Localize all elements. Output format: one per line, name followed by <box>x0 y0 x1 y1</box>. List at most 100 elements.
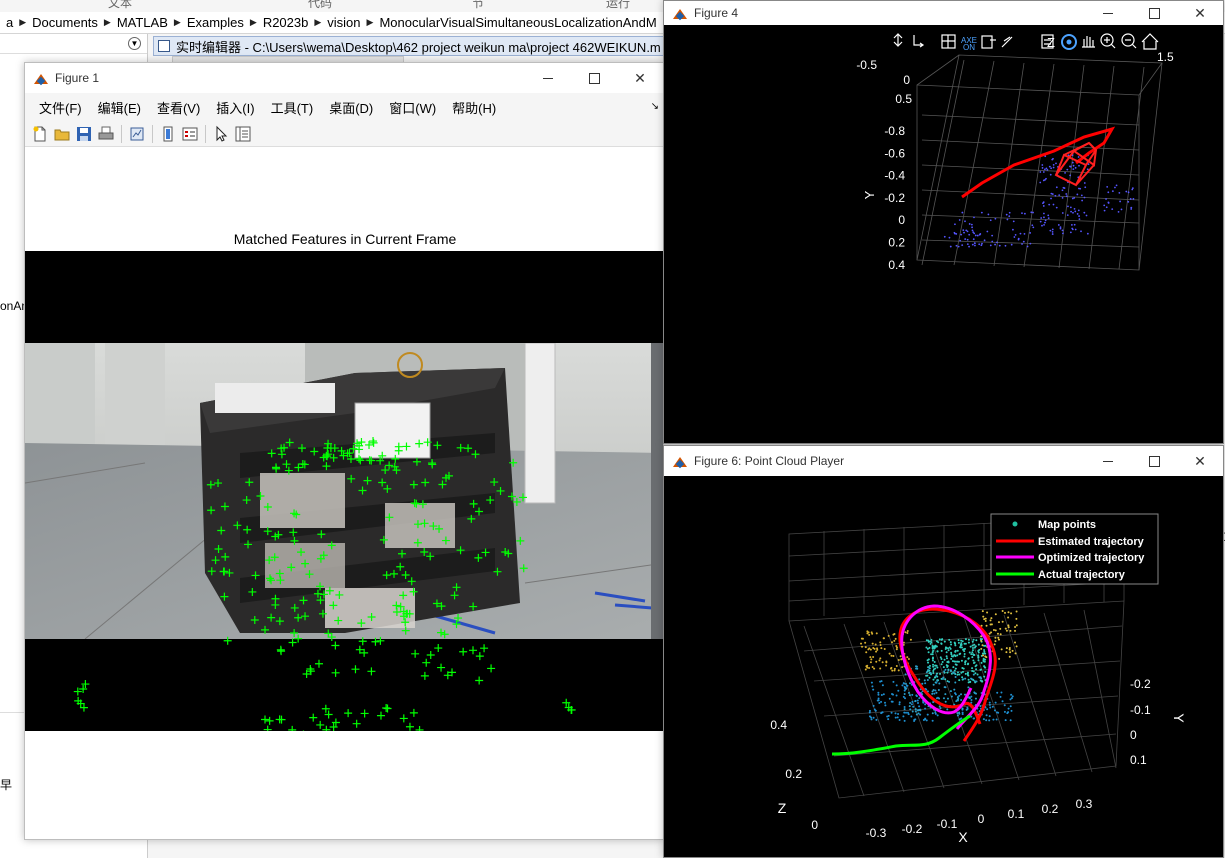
map-point <box>986 230 989 233</box>
breadcrumb-arrow-icon[interactable]: ▶ <box>250 17 257 28</box>
point-cloud-axes[interactable]: Map points Estimated trajectory Optimize… <box>664 476 1224 858</box>
feature-marker <box>391 454 400 463</box>
menu-tools[interactable]: 工具(T) <box>263 98 322 117</box>
window-title: Figure 4 <box>694 6 739 20</box>
map-point <box>961 676 964 679</box>
map-point <box>988 701 991 704</box>
map-point <box>978 243 981 246</box>
axes-grid-icon[interactable] <box>941 34 956 49</box>
figure-1-window[interactable]: Figure 1 ✕ 文件(F) 编辑(E) 查看(V) 插入(I) 工具(T)… <box>24 62 664 840</box>
print-icon[interactable] <box>97 125 115 143</box>
map-point <box>994 629 997 632</box>
insert-legend-icon[interactable] <box>181 125 199 143</box>
figure-4-window[interactable]: Figure 4 ✕ AXE ON Z -0.5 0 0.5 1.5 -0.8 … <box>663 0 1224 444</box>
y-tick-label: 0.4 <box>888 258 905 272</box>
open-file-icon[interactable] <box>53 125 71 143</box>
map-point <box>943 640 946 643</box>
breadcrumb-item[interactable]: Examples <box>181 15 250 30</box>
zoom-in-icon[interactable] <box>1100 33 1116 49</box>
map-point <box>953 654 956 657</box>
brush-icon[interactable] <box>913 35 925 48</box>
map-point <box>975 639 978 642</box>
breadcrumb-arrow-icon[interactable]: ▶ <box>104 17 111 28</box>
slam-3d-axes[interactable]: AXE ON Z -0.5 0 0.5 1.5 -0.8-0.6-0.4-0.2… <box>664 25 1224 444</box>
property-inspector-icon[interactable] <box>234 125 252 143</box>
map-point <box>994 636 997 639</box>
map-point <box>952 666 955 669</box>
map-point <box>966 706 969 709</box>
minimize-button[interactable] <box>1085 446 1131 476</box>
map-point <box>1010 243 1013 246</box>
breadcrumb-arrow-icon[interactable]: ▶ <box>367 17 374 28</box>
map-point <box>938 638 941 641</box>
map-point <box>936 714 939 717</box>
map-point <box>1000 691 1003 694</box>
breadcrumb-arrow-icon[interactable]: ▶ <box>314 17 321 28</box>
menu-help[interactable]: 帮助(H) <box>444 98 504 117</box>
feature-marker <box>266 574 275 583</box>
map-point <box>898 703 901 706</box>
map-point <box>1130 206 1133 209</box>
map-point <box>933 661 936 664</box>
export-icon[interactable] <box>981 35 996 49</box>
minimize-button[interactable] <box>1085 1 1131 25</box>
pointer-icon[interactable] <box>212 125 230 143</box>
map-point <box>984 655 987 658</box>
toolstrip-label-section: 节 <box>472 0 485 10</box>
map-point <box>990 631 993 634</box>
menu-edit[interactable]: 编辑(E) <box>90 98 149 117</box>
map-point <box>970 653 973 656</box>
new-figure-icon[interactable] <box>31 125 49 143</box>
zoom-out-icon[interactable] <box>1121 33 1137 49</box>
menu-file[interactable]: 文件(F) <box>31 98 90 117</box>
maximize-button[interactable] <box>1131 446 1177 476</box>
maximize-button[interactable] <box>571 63 617 93</box>
menu-dock-arrow-icon[interactable]: ↘ <box>651 101 659 112</box>
figure-4-titlebar[interactable]: Figure 4 ✕ <box>664 1 1223 25</box>
figure-1-titlebar[interactable]: Figure 1 ✕ <box>25 63 663 93</box>
breadcrumb-item[interactable]: vision <box>321 15 366 30</box>
figure-6-window[interactable]: Figure 6: Point Cloud Player ✕ Map point… <box>663 445 1224 858</box>
map-point <box>903 689 906 692</box>
menu-insert[interactable]: 插入(I) <box>208 98 262 117</box>
breadcrumb-item[interactable]: MonocularVisualSimultaneousLocalizationA… <box>373 15 662 30</box>
data-tips-icon[interactable] <box>893 33 903 47</box>
close-button[interactable]: ✕ <box>617 63 663 93</box>
menu-window[interactable]: 窗口(W) <box>381 98 444 117</box>
image-axes[interactable] <box>25 251 663 731</box>
map-point <box>987 213 990 216</box>
maximize-button[interactable] <box>1131 1 1177 25</box>
breadcrumb-item[interactable]: Documents <box>26 15 104 30</box>
close-button[interactable]: ✕ <box>1177 446 1223 476</box>
map-point <box>1067 205 1069 208</box>
minimize-button[interactable] <box>525 63 571 93</box>
pan-icon[interactable] <box>1082 36 1095 48</box>
save-icon[interactable] <box>75 125 93 143</box>
pane-header: ▼ <box>0 34 147 54</box>
breadcrumb-item[interactable]: a <box>0 15 19 30</box>
home-icon[interactable] <box>1141 33 1159 50</box>
breadcrumb-arrow-icon[interactable]: ▶ <box>174 17 181 28</box>
figure-6-titlebar[interactable]: Figure 6: Point Cloud Player ✕ <box>664 446 1223 476</box>
map-point <box>975 680 978 683</box>
map-point <box>1008 646 1011 649</box>
menu-view[interactable]: 查看(V) <box>149 98 208 117</box>
restore-view-icon[interactable] <box>1001 36 1013 48</box>
map-point <box>958 673 961 676</box>
link-plot-icon[interactable] <box>128 125 146 143</box>
rotate-icon[interactable] <box>1061 34 1077 50</box>
breadcrumb-item[interactable]: MATLAB <box>111 15 174 30</box>
map-point <box>980 211 983 214</box>
insert-colorbar-icon[interactable] <box>159 125 177 143</box>
close-button[interactable]: ✕ <box>1177 1 1223 25</box>
map-point <box>1032 226 1035 229</box>
breadcrumb-arrow-icon[interactable]: ▶ <box>19 17 26 28</box>
pane-options-icon[interactable]: ▼ <box>128 37 141 50</box>
map-point <box>1010 612 1013 615</box>
map-point <box>901 666 904 669</box>
legend[interactable]: Map points Estimated trajectory Optimize… <box>990 513 1159 585</box>
map-point <box>1011 649 1014 652</box>
breadcrumb-item[interactable]: R2023b <box>257 15 315 30</box>
menu-desktop[interactable]: 桌面(D) <box>321 98 381 117</box>
live-editor-titlebar[interactable]: 实时编辑器 - C:\Users\wema\Desktop\462 projec… <box>153 36 673 56</box>
